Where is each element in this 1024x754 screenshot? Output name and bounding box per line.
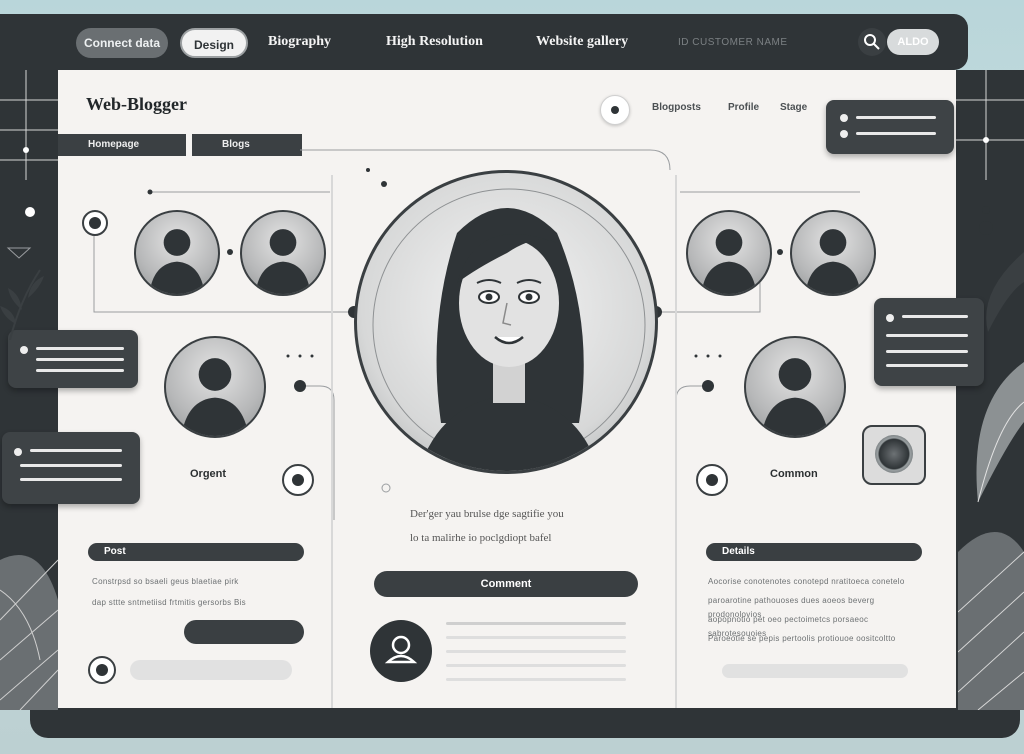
comment-line-3 xyxy=(446,650,626,653)
avatar-small-4[interactable] xyxy=(790,210,876,296)
portrait-illustration xyxy=(372,188,646,471)
avatar-small-2[interactable] xyxy=(240,210,326,296)
center-text-line-2: lo ta malirhe io poclgdiopt bafel xyxy=(410,532,552,544)
comment-button[interactable]: Comment xyxy=(374,571,638,597)
hero-portrait[interactable] xyxy=(354,170,658,474)
profile-label-left: Orgent xyxy=(190,468,227,480)
details-input-field[interactable] xyxy=(722,664,908,678)
silhouette-icon xyxy=(761,358,829,436)
silhouette-icon xyxy=(805,229,861,294)
leaf-icon xyxy=(0,269,44,340)
camera-icon[interactable] xyxy=(862,425,926,485)
comment-line-4 xyxy=(446,664,626,667)
post-action-button[interactable] xyxy=(184,620,304,644)
details-text-line-1: Aocorise conotenotes conotepd nratitoeca… xyxy=(708,577,905,586)
silhouette-icon xyxy=(255,229,311,294)
leaf-icon xyxy=(958,252,1024,710)
silhouette-icon xyxy=(149,229,205,294)
center-text-line-1: Der'ger yau brulse dge sagtifie you xyxy=(410,508,564,520)
comment-line-1 xyxy=(446,622,626,625)
post-input-field[interactable] xyxy=(130,660,292,680)
leaf-icon xyxy=(0,555,58,710)
target-button-mid-left[interactable] xyxy=(282,464,314,496)
post-text-line-2: dap sttte sntmetiisd frtmitis gersorbs B… xyxy=(92,598,246,607)
avatar-small-3[interactable] xyxy=(686,210,772,296)
post-title-bar[interactable]: Post xyxy=(88,543,304,561)
user-button[interactable] xyxy=(370,620,432,682)
avatar-profile-left[interactable] xyxy=(164,336,266,438)
profile-label-right: Common xyxy=(770,468,818,480)
silhouette-icon xyxy=(181,358,249,436)
comment-line-2 xyxy=(446,636,626,639)
post-text-line-1: Constrpsd so bsaeli geus blaetiae pirk xyxy=(92,577,239,586)
comment-line-5 xyxy=(446,678,626,681)
details-text-line-4: Paroeotie se pepis pertoolis protiouoe o… xyxy=(708,634,896,643)
user-icon xyxy=(384,635,418,664)
silhouette-icon xyxy=(701,229,757,294)
target-button-mid-right[interactable] xyxy=(696,464,728,496)
target-button-left[interactable] xyxy=(82,210,108,236)
avatar-small-1[interactable] xyxy=(134,210,220,296)
avatar-profile-right[interactable] xyxy=(744,336,846,438)
details-title-bar[interactable]: Details xyxy=(706,543,922,561)
post-target-button[interactable] xyxy=(88,656,116,684)
